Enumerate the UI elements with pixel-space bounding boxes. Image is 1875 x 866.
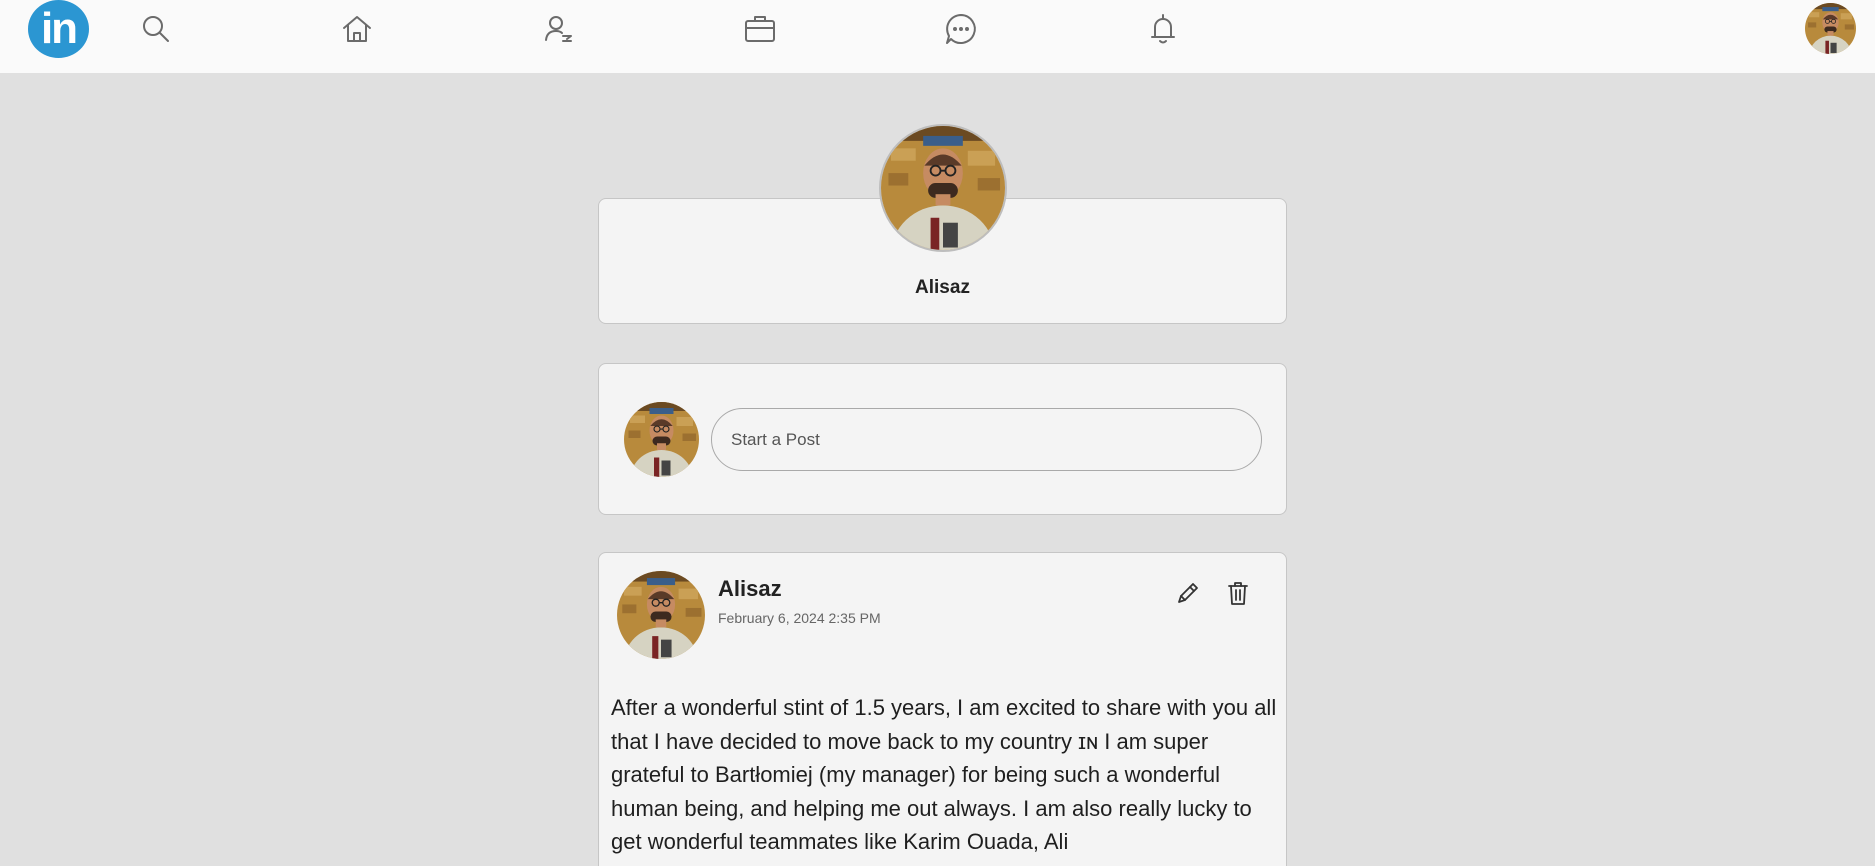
post-timestamp: February 6, 2024 2:35 PM	[718, 610, 881, 626]
composer-avatar	[624, 402, 699, 477]
trash-icon	[1228, 582, 1248, 605]
user-avatar[interactable]	[1805, 3, 1856, 54]
profile-avatar[interactable]	[879, 124, 1007, 252]
post-author-avatar[interactable]	[617, 571, 705, 659]
linkedin-logo[interactable]: in	[28, 0, 89, 58]
network-icon[interactable]	[540, 10, 578, 48]
edit-post-button[interactable]	[1172, 577, 1204, 609]
pencil-icon	[1178, 583, 1198, 603]
messaging-icon[interactable]	[942, 10, 980, 48]
profile-name[interactable]: Alisaz	[599, 277, 1286, 299]
start-post-input[interactable]: Start a Post	[711, 408, 1262, 471]
post-composer: Start a Post	[598, 363, 1287, 515]
post-body: After a wonderful stint of 1.5 years, I …	[611, 695, 1277, 854]
notifications-icon[interactable]	[1144, 10, 1182, 48]
jobs-icon[interactable]	[741, 10, 779, 48]
post-card: Alisaz February 6, 2024 2:35 PM After a …	[598, 552, 1287, 866]
top-navigation: in	[0, 0, 1875, 73]
post-author-name[interactable]: Alisaz	[718, 576, 782, 602]
home-icon[interactable]	[338, 10, 376, 48]
search-icon[interactable]	[137, 10, 175, 48]
delete-post-button[interactable]	[1222, 577, 1254, 609]
